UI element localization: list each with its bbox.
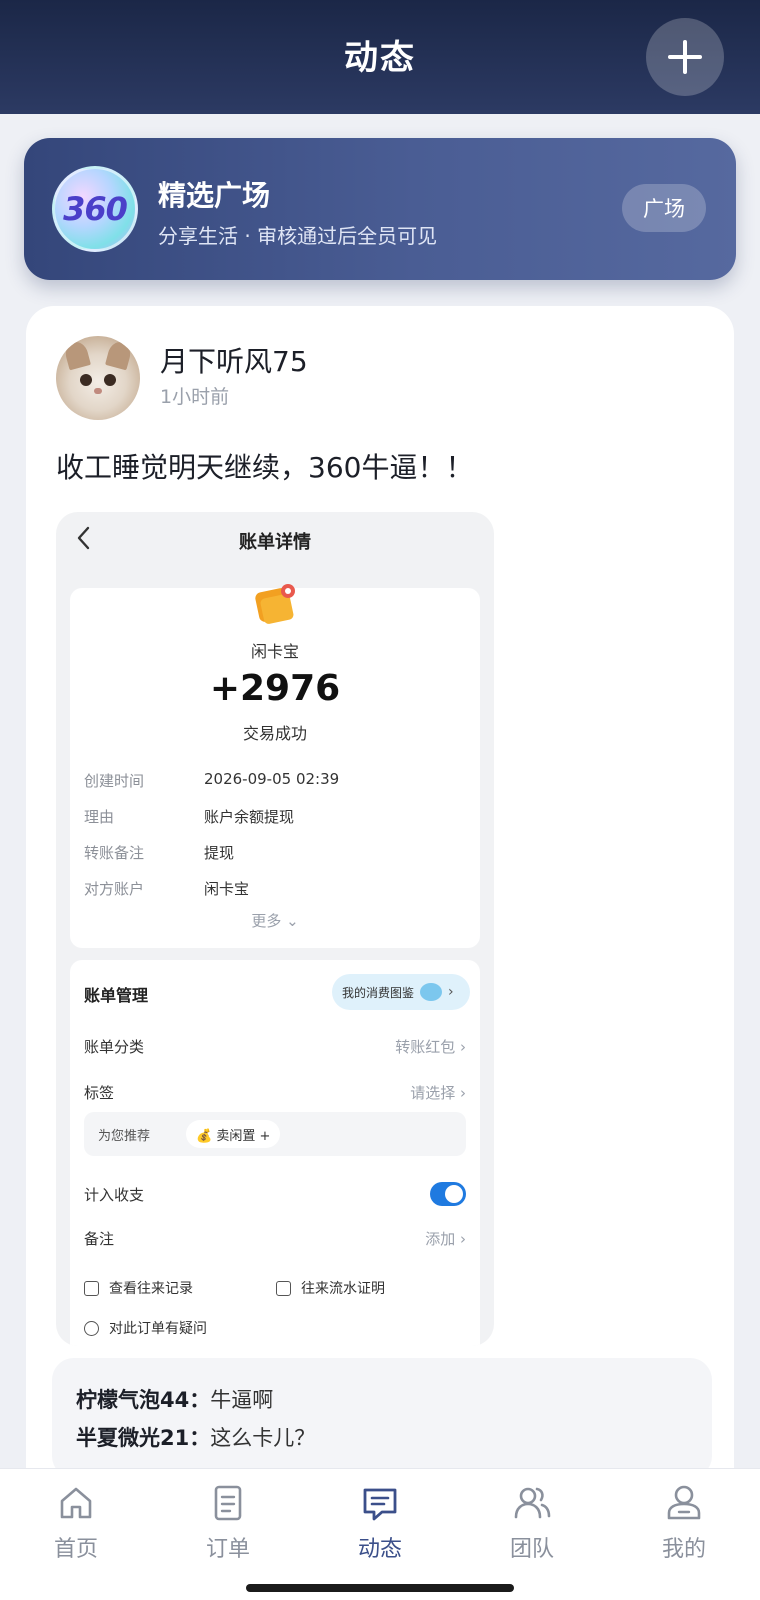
income-toggle: [430, 1182, 466, 1206]
management-title: 账单管理: [84, 986, 149, 1005]
bill-category-row: 账单分类 转账红包 ›: [84, 1038, 466, 1056]
proof-link: 往来流水证明: [276, 1278, 385, 1298]
tab-orders[interactable]: 订单: [178, 1483, 278, 1563]
recommend-box: 为您推荐 💰 卖闲置 +: [84, 1112, 466, 1156]
plus-icon: [668, 40, 702, 74]
bill-header: 账单详情: [56, 512, 494, 568]
featured-plaza-banner[interactable]: 360 精选广场 分享生活 · 审核通过后全员可见 广场: [24, 138, 736, 280]
plaza-button[interactable]: 广场: [622, 184, 706, 232]
add-post-button[interactable]: [646, 18, 724, 96]
bill-summary: 闲卡宝 +2976 交易成功 创建时间 2026-09-05 02:39 理由 账户…: [70, 584, 480, 948]
comment-item[interactable]: 半夏微光21：这么卡儿？: [76, 1422, 315, 1452]
more-link: 更多 ⌄: [251, 912, 299, 930]
post-text: 收工睡觉明天继续，360牛逼！！: [56, 451, 474, 484]
plaza-title: 精选广场: [158, 179, 271, 212]
merchant-name: 闲卡宝: [250, 642, 299, 661]
bill-management: 账单管理 我的消费图鉴 › 账单分类 转账红包 › 标签 请选择 › 为您推荐 …: [70, 960, 480, 1346]
avatar[interactable]: [56, 336, 140, 420]
wallet-app-icon: [255, 584, 295, 624]
plaza-subtitle: 分享生活 · 审核通过后全员可见: [158, 224, 438, 248]
bill-amount: +2976: [209, 668, 341, 709]
tab-feed[interactable]: 动态: [330, 1483, 430, 1563]
bubble-icon: [420, 983, 443, 1001]
home-indicator: [246, 1584, 514, 1592]
transaction-status: 交易成功: [242, 724, 307, 743]
tab-team[interactable]: 团队: [482, 1483, 582, 1563]
user-icon: [667, 1485, 701, 1520]
income-row: 计入收支: [84, 1182, 466, 1206]
consumption-guide-chip: 我的消费图鉴 ›: [332, 974, 470, 1010]
question-icon: [84, 1320, 99, 1336]
home-icon: [60, 1487, 92, 1519]
tab-profile[interactable]: 我的: [634, 1483, 734, 1563]
comment-list: 柠檬气泡44：牛逼啊 半夏微光21：这么卡儿？: [52, 1358, 712, 1478]
question-link: 对此订单有疑问: [84, 1318, 207, 1338]
360-logo: 360: [52, 166, 138, 252]
post-image[interactable]: 账单详情 闲卡宝 +2976 交易成功 创建时间 2026-09-05 02:39…: [56, 512, 494, 1346]
message-icon: [363, 1488, 397, 1521]
top-bar: 动态: [0, 0, 760, 114]
search-record-icon: [84, 1280, 99, 1296]
document-icon: [214, 1485, 242, 1521]
post-card: 月下听风75 1小时前 收工睡觉明天继续，360牛逼！！ 账单详情 闲卡宝 +2…: [26, 306, 734, 1600]
bottom-tab-bar: 首页 订单 动态 团队 我的: [0, 1468, 760, 1600]
tab-home[interactable]: 首页: [26, 1483, 126, 1563]
post-username[interactable]: 月下听风75: [160, 340, 308, 380]
tag-row: 标签 请选择 ›: [84, 1084, 466, 1102]
team-icon: [514, 1487, 551, 1519]
note-row: 备注 添加 ›: [84, 1230, 466, 1248]
bill-title: 账单详情: [239, 532, 311, 553]
document-icon: [276, 1280, 291, 1296]
comment-item[interactable]: 柠檬气泡44：牛逼啊: [76, 1384, 273, 1414]
chevron-right-icon: ›: [448, 984, 454, 1000]
history-link: 查看往来记录: [84, 1278, 193, 1298]
post-time: 1小时前: [160, 386, 230, 408]
recommend-tag: 💰 卖闲置 +: [186, 1120, 281, 1148]
